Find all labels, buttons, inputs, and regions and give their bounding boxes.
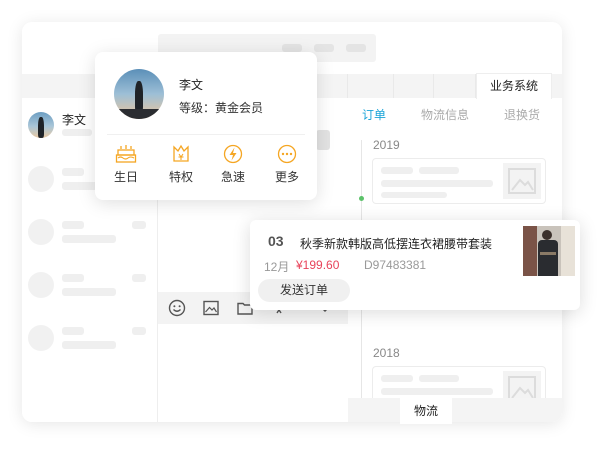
customer-name: 李文 bbox=[179, 78, 204, 92]
action-express[interactable]: 急速 bbox=[213, 144, 253, 188]
tab-segment[interactable] bbox=[348, 74, 394, 98]
more-icon bbox=[277, 144, 297, 164]
chat-placeholder bbox=[316, 130, 330, 150]
order-month: 12月 bbox=[264, 260, 290, 274]
product-price: ¥199.60 bbox=[296, 258, 340, 272]
tab-segment[interactable] bbox=[394, 74, 434, 98]
tab-logistics-info[interactable]: 物流信息 bbox=[421, 106, 469, 123]
lightning-icon bbox=[223, 144, 243, 164]
timeline-marker bbox=[359, 196, 364, 201]
business-tabs: 订单 物流信息 退换货 bbox=[362, 106, 552, 126]
product-sku: D97483381 bbox=[364, 258, 427, 272]
tab-business-system[interactable]: 业务系统 bbox=[476, 73, 552, 99]
product-order-card: 03 秋季新款韩版高低摆连衣裙腰带套装 12月 ¥199.60 D9748338… bbox=[250, 220, 580, 310]
privilege-icon bbox=[173, 144, 189, 162]
customer-level: 等级：黄金会员 bbox=[179, 101, 264, 115]
tab-segment[interactable] bbox=[434, 74, 476, 98]
list-item[interactable] bbox=[22, 258, 158, 308]
tab-orders[interactable]: 订单 bbox=[362, 106, 386, 123]
customer-avatar bbox=[114, 69, 164, 119]
tab-returns[interactable]: 退换货 bbox=[504, 106, 540, 123]
avatar bbox=[28, 112, 54, 138]
send-order-button[interactable]: 发送订单 bbox=[258, 279, 350, 302]
action-label: 特权 bbox=[168, 170, 193, 184]
header-placeholder-dot bbox=[282, 44, 302, 52]
contact-preview-placeholder bbox=[62, 129, 92, 136]
product-thumbnail[interactable] bbox=[523, 226, 575, 276]
bottom-tab-strip bbox=[348, 398, 562, 422]
image-icon[interactable] bbox=[202, 299, 220, 317]
action-privilege[interactable]: 特权 bbox=[161, 144, 201, 188]
list-item[interactable] bbox=[22, 205, 158, 255]
product-title: 秋季新款韩版高低摆连衣裙腰带套装 bbox=[300, 237, 493, 251]
emoji-icon[interactable] bbox=[168, 299, 186, 317]
header-placeholder-dot bbox=[314, 44, 334, 52]
contact-name: 李文 bbox=[62, 113, 87, 127]
action-label: 生日 bbox=[113, 170, 138, 184]
order-index: 03 bbox=[268, 233, 284, 249]
action-birthday[interactable]: 生日 bbox=[106, 144, 146, 188]
divider bbox=[107, 134, 305, 135]
customer-profile-card: 李文 等级：黄金会员 生日 特权 急速 更多 bbox=[95, 52, 317, 200]
action-label: 更多 bbox=[274, 170, 299, 184]
list-item[interactable] bbox=[22, 311, 158, 361]
timeline-year: 2018 bbox=[373, 346, 400, 360]
action-label: 急速 bbox=[220, 170, 245, 184]
tab-logistics[interactable]: 物流 bbox=[400, 398, 452, 424]
birthday-cake-icon bbox=[115, 145, 137, 163]
timeline-year: 2019 bbox=[373, 138, 400, 152]
header-placeholder-dot bbox=[346, 44, 366, 52]
action-more[interactable]: 更多 bbox=[267, 144, 307, 188]
order-card[interactable] bbox=[372, 158, 546, 204]
